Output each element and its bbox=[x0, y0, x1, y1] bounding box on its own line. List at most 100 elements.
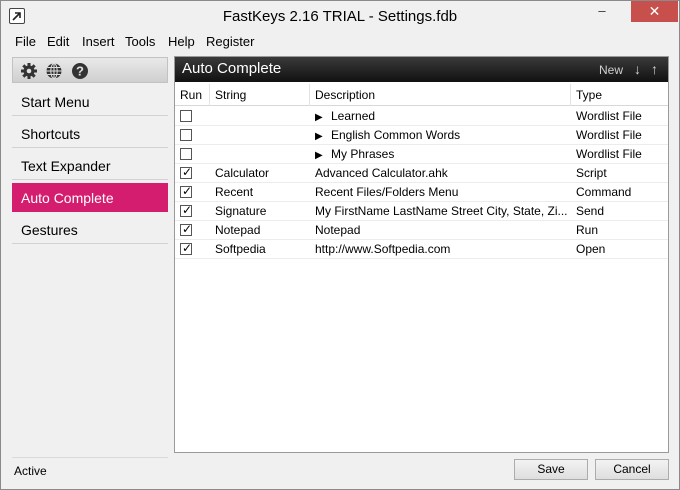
run-checkbox[interactable]: ✓ bbox=[180, 203, 193, 217]
check-icon: ✓ bbox=[182, 184, 193, 198]
run-checkbox[interactable] bbox=[180, 129, 192, 141]
table-row[interactable]: ▶ My Phrases Wordlist File bbox=[175, 145, 668, 164]
type-cell: Wordlist File bbox=[576, 109, 642, 123]
run-checkbox[interactable] bbox=[180, 110, 192, 122]
app-window: FastKeys 2.16 TRIAL - Settings.fdb – □ ✕… bbox=[0, 0, 680, 490]
type-cell: Wordlist File bbox=[576, 128, 642, 142]
run-cell bbox=[175, 145, 210, 164]
description-cell: Recent Files/Folders Menu bbox=[310, 183, 571, 202]
minimize-button[interactable]: – bbox=[588, 1, 616, 22]
run-cell: ✓ bbox=[175, 202, 210, 221]
description-text: Advanced Calculator.ahk bbox=[315, 166, 448, 180]
run-checkbox[interactable] bbox=[180, 148, 192, 160]
svg-text:?: ? bbox=[76, 64, 84, 79]
title-bar: FastKeys 2.16 TRIAL - Settings.fdb – □ ✕ bbox=[1, 1, 679, 31]
description-cell: Notepad bbox=[310, 221, 571, 240]
menu-file[interactable]: File bbox=[15, 34, 36, 49]
run-cell bbox=[175, 126, 210, 145]
help-icon[interactable]: ? bbox=[71, 62, 89, 80]
expand-arrow-icon[interactable]: ▶ bbox=[315, 127, 325, 145]
menu-edit[interactable]: Edit bbox=[47, 34, 69, 49]
description-cell: My FirstName LastName Street City, State… bbox=[310, 202, 571, 221]
check-icon: ✓ bbox=[182, 203, 193, 217]
run-checkbox[interactable]: ✓ bbox=[180, 222, 193, 236]
description-text: My FirstName LastName Street City, State… bbox=[315, 204, 568, 218]
string-cell: Softpedia bbox=[215, 242, 266, 256]
run-cell: ✓ bbox=[175, 164, 210, 183]
table-row[interactable]: ✓ Notepad Notepad Run bbox=[175, 221, 668, 240]
gear-icon[interactable] bbox=[20, 62, 38, 80]
string-cell bbox=[210, 145, 310, 164]
expand-arrow-icon[interactable]: ▶ bbox=[315, 146, 325, 164]
sidebar-item-start-menu[interactable]: Start Menu bbox=[12, 87, 168, 116]
description-cell: ▶ My Phrases bbox=[310, 145, 571, 164]
table-header: Run String Description Type bbox=[175, 84, 668, 106]
move-down-icon[interactable]: ↓ bbox=[634, 61, 641, 77]
globe-icon[interactable] bbox=[45, 62, 63, 80]
menu-insert[interactable]: Insert bbox=[82, 34, 115, 49]
status-text: Active bbox=[14, 464, 47, 478]
check-icon: ✓ bbox=[182, 222, 193, 236]
new-button[interactable]: New bbox=[599, 63, 623, 77]
string-cell bbox=[210, 126, 310, 145]
string-cell: Recent bbox=[215, 185, 254, 199]
description-text: Learned bbox=[331, 109, 376, 123]
description-text: Notepad bbox=[315, 223, 361, 237]
column-header-run[interactable]: Run bbox=[175, 84, 210, 106]
run-cell: ✓ bbox=[175, 221, 210, 240]
run-cell: ✓ bbox=[175, 240, 210, 259]
sidebar-item-text-expander[interactable]: Text Expander bbox=[12, 151, 168, 180]
settings-toolbar: ? bbox=[12, 57, 168, 83]
description-text: English Common Words bbox=[331, 128, 461, 142]
run-checkbox[interactable]: ✓ bbox=[180, 165, 193, 179]
sidebar-nav: Start Menu Shortcuts Text Expander Auto … bbox=[12, 87, 168, 247]
type-cell: Script bbox=[576, 166, 607, 180]
check-icon: ✓ bbox=[182, 165, 193, 179]
table-row[interactable]: ✓ Softpedia http://www.Softpedia.com Open bbox=[175, 240, 668, 259]
string-cell: Calculator bbox=[215, 166, 270, 180]
table-row[interactable]: ✓ Recent Recent Files/Folders Menu Command bbox=[175, 183, 668, 202]
run-cell: ✓ bbox=[175, 183, 210, 202]
description-text: http://www.Softpedia.com bbox=[315, 242, 451, 256]
column-header-string[interactable]: String bbox=[210, 84, 310, 106]
description-cell: Advanced Calculator.ahk bbox=[310, 164, 571, 183]
sidebar-item-shortcuts[interactable]: Shortcuts bbox=[12, 119, 168, 148]
table-row[interactable]: ▶ English Common Words Wordlist File bbox=[175, 126, 668, 145]
menu-tools[interactable]: Tools bbox=[125, 34, 155, 49]
cancel-button[interactable]: Cancel bbox=[595, 459, 669, 480]
sidebar-item-auto-complete[interactable]: Auto Complete bbox=[12, 183, 168, 212]
run-checkbox[interactable]: ✓ bbox=[180, 184, 193, 198]
panel-title: Auto Complete bbox=[182, 60, 282, 77]
move-up-icon[interactable]: ↑ bbox=[651, 61, 658, 77]
type-cell: Open bbox=[576, 242, 606, 256]
string-cell bbox=[210, 107, 310, 126]
description-cell: ▶ English Common Words bbox=[310, 126, 571, 145]
type-cell: Send bbox=[576, 204, 605, 218]
menu-help[interactable]: Help bbox=[168, 34, 195, 49]
type-cell: Run bbox=[576, 223, 599, 237]
auto-complete-panel: Auto Complete New ↓ ↑ Run String Descrip… bbox=[174, 56, 669, 453]
menu-bar: File Edit Insert Tools Help Register bbox=[1, 32, 679, 52]
table-row[interactable]: ✓ Calculator Advanced Calculator.ahk Script bbox=[175, 164, 668, 183]
description-text: Recent Files/Folders Menu bbox=[315, 185, 459, 199]
sidebar-item-gestures[interactable]: Gestures bbox=[12, 215, 168, 244]
expand-arrow-icon[interactable]: ▶ bbox=[315, 108, 325, 126]
type-cell: Command bbox=[576, 185, 632, 199]
description-cell: ▶ Learned bbox=[310, 107, 571, 126]
status-divider bbox=[12, 457, 168, 458]
string-cell: Signature bbox=[215, 204, 267, 218]
description-text: My Phrases bbox=[331, 147, 395, 161]
check-icon: ✓ bbox=[182, 241, 193, 255]
run-checkbox[interactable]: ✓ bbox=[180, 241, 193, 255]
table-row[interactable]: ✓ Signature My FirstName LastName Street C… bbox=[175, 202, 668, 221]
column-header-type[interactable]: Type bbox=[571, 84, 668, 106]
panel-header: Auto Complete New ↓ ↑ bbox=[175, 57, 668, 82]
save-button[interactable]: Save bbox=[514, 459, 588, 480]
column-header-description[interactable]: Description bbox=[310, 84, 571, 106]
window-title: FastKeys 2.16 TRIAL - Settings.fdb bbox=[222, 8, 458, 25]
menu-register[interactable]: Register bbox=[206, 34, 254, 49]
close-button[interactable]: ✕ bbox=[631, 1, 678, 22]
table-row[interactable]: ▶ Learned Wordlist File bbox=[175, 107, 668, 126]
description-cell: http://www.Softpedia.com bbox=[310, 240, 571, 259]
type-cell: Wordlist File bbox=[576, 147, 642, 161]
